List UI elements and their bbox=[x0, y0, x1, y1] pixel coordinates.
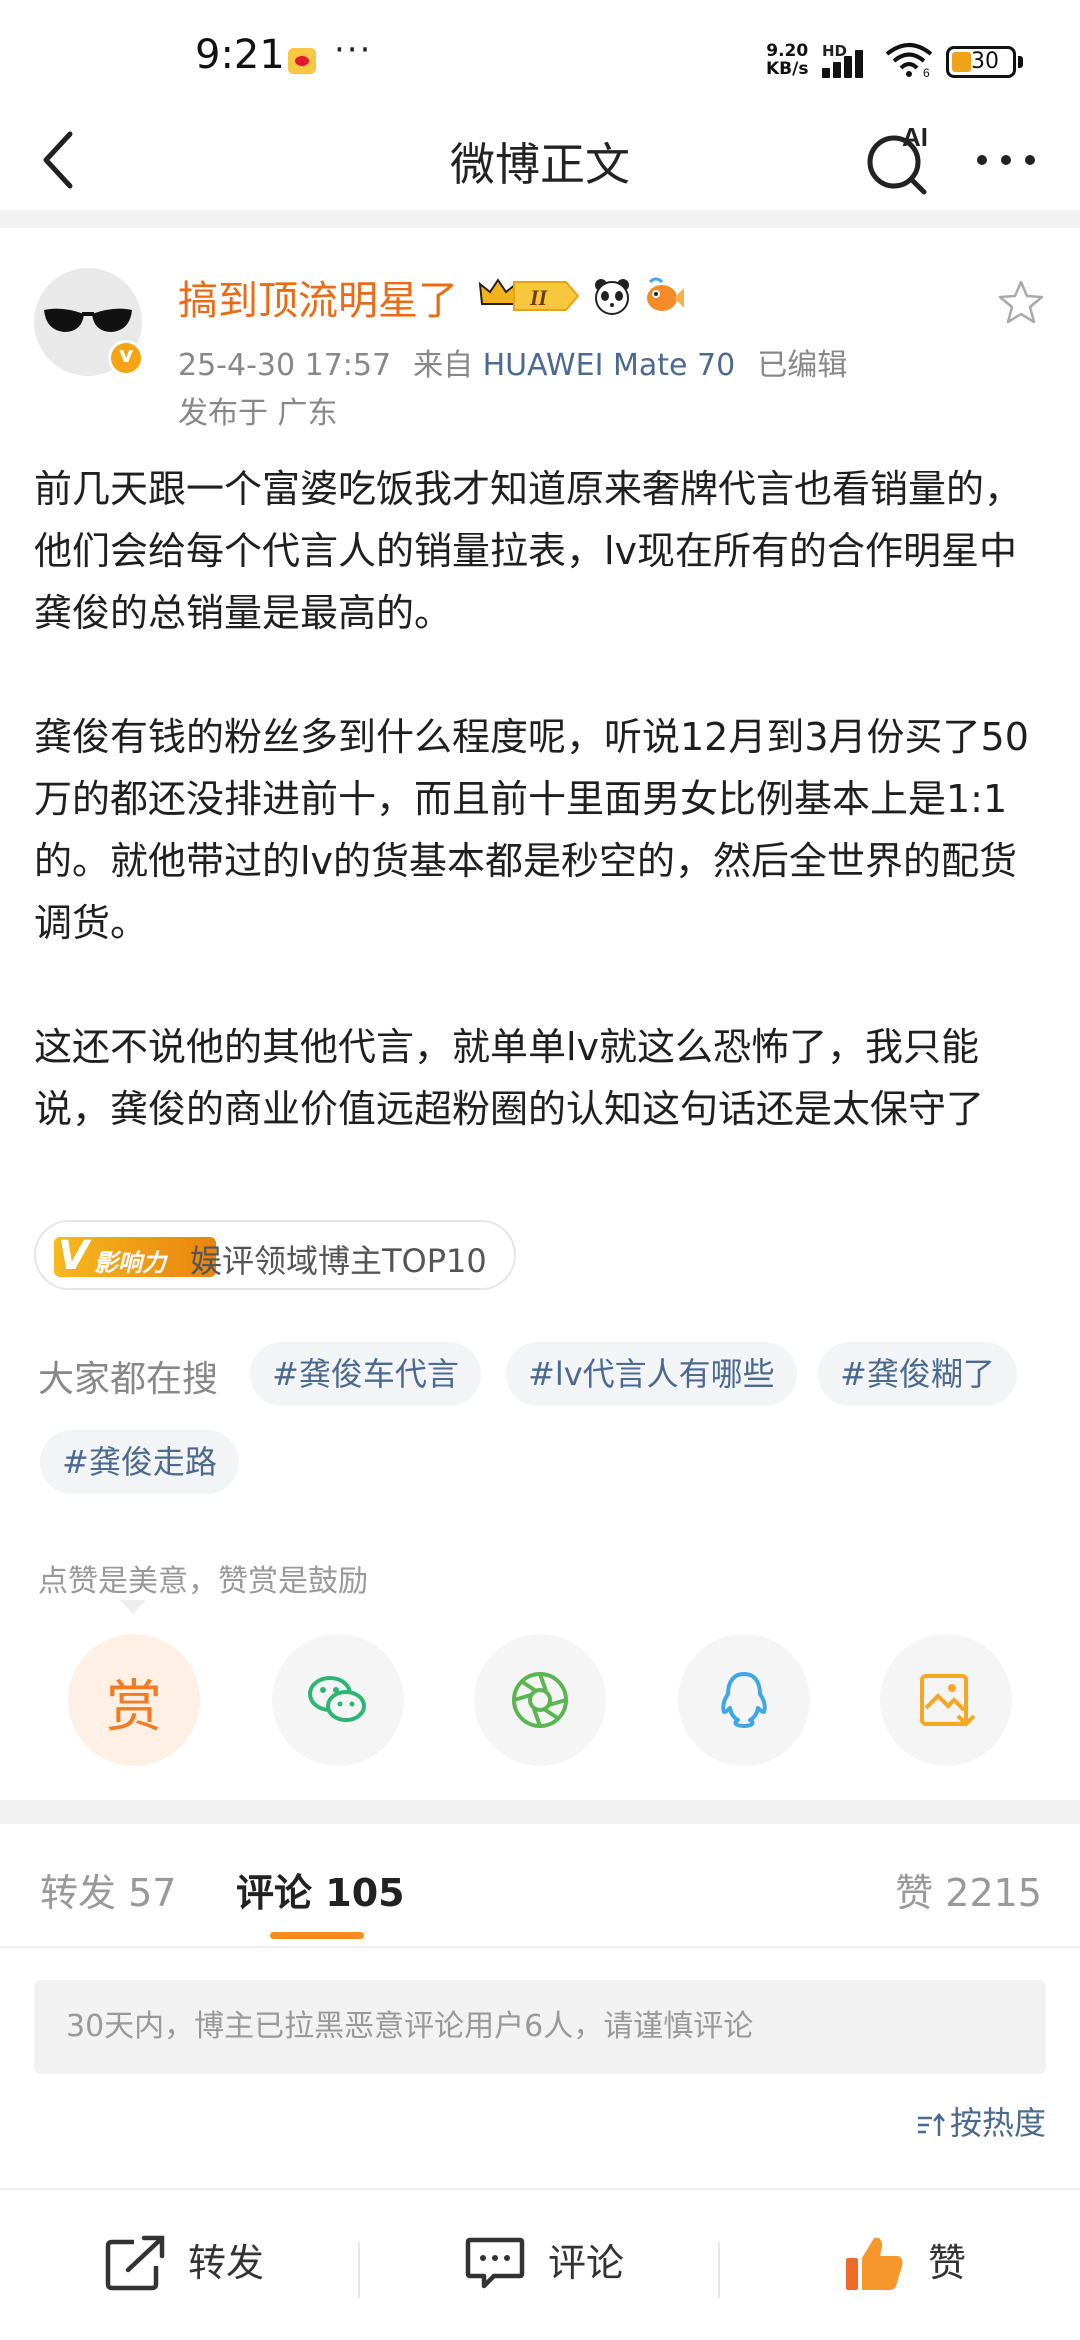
share-wechat-button[interactable] bbox=[272, 1634, 404, 1766]
reward-label: 赏 bbox=[106, 1675, 162, 1740]
comment-icon bbox=[465, 2237, 525, 2289]
post-paragraph: 前几天跟一个富婆吃饭我才知道原来奢牌代言也看销量的，他们会给每个代言人的销量拉表… bbox=[34, 467, 1023, 635]
wifi-label: 6 bbox=[923, 66, 930, 78]
crown-level: II bbox=[529, 285, 549, 310]
status-bar: 9:21 ··· 9.20 KB/s HD 6 30 bbox=[0, 0, 1080, 120]
bottom-separator bbox=[718, 2242, 720, 2298]
tab-reposts-label: 转发 bbox=[40, 1871, 117, 1915]
sort-label: 按热度 bbox=[949, 2104, 1046, 2142]
hot-search-chip[interactable]: #lv代言人有哪些 bbox=[506, 1342, 797, 1406]
influence-tag[interactable]: V 影响力 娱评领域博主TOP10 bbox=[34, 1220, 516, 1290]
tab-comments[interactable]: 评论 105 bbox=[236, 1862, 405, 1917]
share-qq-button[interactable] bbox=[678, 1634, 810, 1766]
network-speed-unit: KB/s bbox=[766, 59, 809, 79]
wifi-icon: 6 bbox=[885, 43, 933, 78]
tab-likes-label: 赞 bbox=[895, 1871, 934, 1915]
save-image-button[interactable] bbox=[880, 1634, 1012, 1766]
save-image-icon bbox=[920, 1674, 976, 1727]
hot-search-label: 大家都在搜 bbox=[38, 1359, 219, 1400]
reward-hint: 点赞是美意，赞赏是鼓励 bbox=[38, 1564, 368, 1599]
tab-divider bbox=[0, 1946, 1080, 1948]
tab-reposts[interactable]: 转发 57 bbox=[40, 1862, 176, 1917]
sort-icon bbox=[917, 2113, 945, 2136]
battery-tip bbox=[1018, 56, 1023, 68]
back-button[interactable] bbox=[30, 120, 90, 200]
hot-search-chip[interactable]: #龚俊糊了 bbox=[818, 1342, 1017, 1406]
moments-icon bbox=[512, 1672, 568, 1728]
post-device[interactable]: HUAWEI Mate 70 bbox=[483, 348, 736, 383]
more-options-button[interactable] bbox=[968, 120, 1048, 200]
crown-level-badge-icon[interactable]: II bbox=[478, 276, 580, 316]
edited-label[interactable]: 已编辑 bbox=[757, 348, 847, 383]
post-location: 发布于 广东 bbox=[178, 396, 338, 431]
tab-reposts-count: 57 bbox=[128, 1871, 177, 1915]
tab-likes[interactable]: 赞 2215 bbox=[895, 1862, 1042, 1917]
like-button[interactable]: 赞 bbox=[844, 2228, 994, 2298]
post-meta: 25-4-30 17:57 来自 HUAWEI Mate 70 已编辑 bbox=[178, 340, 847, 384]
battery-icon: 30 bbox=[946, 46, 1016, 78]
ai-search-button[interactable]: AI bbox=[860, 120, 940, 200]
influence-text: 娱评领域博主TOP10 bbox=[190, 1242, 487, 1280]
section-divider bbox=[0, 1800, 1080, 1824]
nav-bar: 微博正文 AI bbox=[0, 120, 1080, 208]
influence-badge-text: 影响力 bbox=[94, 1249, 166, 1277]
post-paragraph: 这还不说他的其他代言，就单单lv就这么恐怖了，我只能说，龚俊的商业价值远超粉圈的… bbox=[34, 1025, 985, 1131]
post-body: 前几天跟一个富婆吃饭我才知道原来奢牌代言也看销量的，他们会给每个代言人的销量拉表… bbox=[34, 458, 1046, 1140]
bottom-action-bar: 转发 评论 赞 bbox=[0, 2188, 1080, 2340]
comment-notice: 30天内，博主已拉黑恶意评论用户6人，请谨慎评论 bbox=[34, 1980, 1046, 2074]
username[interactable]: 搞到顶流明星了 bbox=[178, 268, 458, 326]
sort-by-heat-button[interactable]: 按热度 bbox=[916, 2098, 1046, 2144]
battery-level: 30 bbox=[971, 49, 999, 74]
section-divider bbox=[0, 210, 1080, 228]
wechat-icon bbox=[308, 1676, 366, 1722]
like-label: 赞 bbox=[928, 2241, 967, 2285]
thumbs-up-icon bbox=[846, 2237, 903, 2290]
influence-badge-v: V bbox=[58, 1233, 89, 1279]
share-moments-button[interactable] bbox=[474, 1634, 606, 1766]
verified-badge-icon bbox=[108, 340, 144, 376]
hot-search-chip[interactable]: #龚俊车代言 bbox=[250, 1342, 481, 1406]
repost-button[interactable]: 转发 bbox=[104, 2228, 284, 2298]
qq-icon bbox=[721, 1672, 767, 1728]
tab-comments-label: 评论 bbox=[236, 1871, 313, 1915]
repost-icon bbox=[105, 2235, 165, 2291]
hot-search-chip[interactable]: #龚俊走路 bbox=[40, 1430, 239, 1494]
network-speed-value: 9.20 bbox=[766, 41, 809, 61]
hint-pointer bbox=[120, 1600, 146, 1614]
fish-badge-icon[interactable] bbox=[644, 276, 684, 316]
favorite-star-button[interactable] bbox=[996, 278, 1046, 328]
comment-label: 评论 bbox=[548, 2241, 625, 2285]
repost-label: 转发 bbox=[188, 2241, 265, 2285]
network-type: HD bbox=[822, 42, 848, 60]
ai-label: AI bbox=[902, 122, 928, 152]
weibo-notification-icon bbox=[288, 48, 316, 74]
post-date: 25-4-30 17:57 bbox=[178, 348, 392, 383]
reward-button[interactable]: 赏 bbox=[68, 1634, 200, 1766]
bottom-separator bbox=[358, 2242, 360, 2298]
more-notifications-icon: ··· bbox=[334, 30, 373, 70]
tab-comments-count: 105 bbox=[325, 1871, 405, 1915]
active-tab-indicator bbox=[270, 1932, 364, 1939]
status-time: 9:21 bbox=[195, 32, 285, 78]
sunglasses-icon bbox=[44, 308, 132, 332]
panda-badge-icon[interactable] bbox=[592, 276, 632, 316]
tab-likes-count: 2215 bbox=[945, 1871, 1042, 1915]
comment-button[interactable]: 评论 bbox=[464, 2228, 644, 2298]
post-source-prefix: 来自 bbox=[413, 348, 474, 383]
post-paragraph: 龚俊有钱的粉丝多到什么程度呢，听说12月到3月份买了50万的都还没排进前十，而且… bbox=[34, 715, 1029, 945]
network-speed: 9.20 KB/s bbox=[766, 42, 808, 78]
